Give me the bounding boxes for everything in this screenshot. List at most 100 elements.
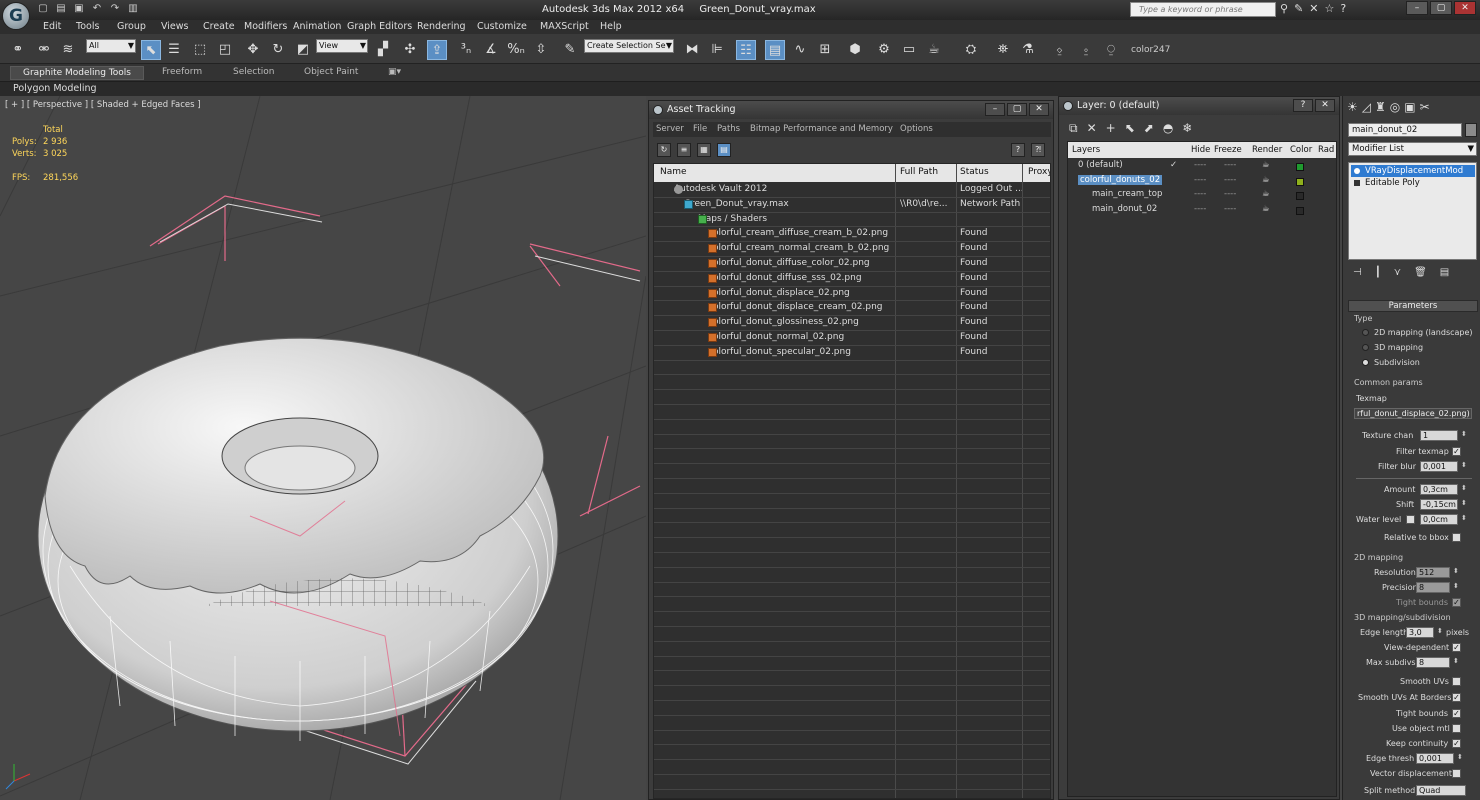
maximize-button[interactable]: ▢ — [1430, 1, 1452, 15]
render-teapot-icon[interactable]: ☕ — [1262, 160, 1270, 170]
perspective-viewport[interactable]: [ + ] [ Perspective ] [ Shaded + Edged F… — [0, 96, 646, 800]
spinner-icon[interactable]: ⬍ — [1461, 461, 1467, 469]
table-row[interactable]: Green_Donut_vray.max \\R0\d\re... Network … — [654, 198, 1050, 213]
save-file-icon[interactable]: ▣ — [72, 2, 86, 16]
col-freeze[interactable]: Freeze — [1214, 145, 1242, 155]
layer-freeze-toggle[interactable]: ---- — [1224, 175, 1236, 185]
menu-edit[interactable]: Edit — [43, 21, 61, 32]
make-unique-icon[interactable]: ⋎ — [1394, 267, 1401, 278]
plugin-c-icon[interactable]: ⍜ — [1101, 40, 1121, 60]
table-row[interactable]: colorful_donut_displace_cream_02.png Foun… — [654, 301, 1050, 317]
project-folder-icon[interactable]: ▥ — [126, 2, 140, 16]
select-object-icon[interactable]: ⬉ — [141, 40, 161, 60]
asset-menu-file[interactable]: File — [693, 124, 707, 134]
graphite-toggle-icon[interactable]: ▤ — [765, 40, 785, 60]
layer-color-swatch[interactable] — [1296, 163, 1304, 171]
max-subdivs-field[interactable]: 8 — [1416, 657, 1450, 668]
asset-menu-bitmap-performance[interactable]: Bitmap Performance and Memory — [750, 124, 893, 134]
water-level-checkbox[interactable] — [1406, 515, 1415, 524]
stack-item-editable-poly[interactable]: Editable Poly — [1351, 177, 1475, 189]
table-row[interactable]: colorful_donut_diffuse_sss_02.png Found — [654, 272, 1050, 287]
curve-editor-icon[interactable]: ∿ — [790, 40, 810, 60]
col-color[interactable]: Color — [1290, 145, 1312, 155]
type-subdivision-radio[interactable] — [1362, 359, 1369, 366]
keep-continuity-checkbox[interactable]: ✓ — [1452, 739, 1461, 748]
layer-titlebar[interactable]: Layer: 0 (default) ? ✕ — [1059, 97, 1339, 115]
hide-all-layers-icon[interactable]: ◓ — [1163, 121, 1173, 136]
layer-row[interactable]: 0 (default) ---- ---- ☕ ✓ — [1068, 159, 1336, 174]
menu-maxscript[interactable]: MAXScript — [540, 21, 589, 32]
edit-named-selection-icon[interactable]: ✎ — [560, 40, 580, 60]
display-tab-icon[interactable]: ▣ — [1404, 100, 1415, 114]
script-tool-icon[interactable]: ⛭ — [961, 40, 981, 60]
col-render[interactable]: Render — [1252, 145, 1282, 155]
menu-help[interactable]: Help — [600, 21, 622, 32]
percent-snap-icon[interactable]: %ₙ — [506, 40, 526, 60]
move-icon[interactable]: ✥ — [243, 40, 263, 60]
new-file-icon[interactable]: ▢ — [36, 2, 50, 16]
asset-context-help-icon[interactable]: ⁈ — [1031, 143, 1045, 157]
edge-length-field[interactable]: 3,0 — [1406, 627, 1434, 638]
undo-icon[interactable]: ↶ — [90, 2, 104, 16]
hierarchy-tab-icon[interactable]: ♜ — [1375, 100, 1386, 114]
table-row[interactable]: Maps / Shaders — [654, 213, 1050, 228]
layer-freeze-toggle[interactable]: ---- — [1224, 160, 1236, 170]
table-row[interactable]: colorful_donut_displace_02.png Found — [654, 287, 1050, 302]
select-manipulate-icon[interactable]: ✣ — [400, 40, 420, 60]
menu-tools[interactable]: Tools — [76, 21, 99, 32]
table-row[interactable]: colorful_donut_normal_02.png Found — [654, 331, 1050, 346]
asset-menu-paths[interactable]: Paths — [717, 124, 740, 134]
type-3d-radio[interactable] — [1362, 344, 1369, 351]
edge-thresh-field[interactable]: 0,001 — [1416, 753, 1454, 764]
spinner-icon[interactable]: ⬍ — [1453, 567, 1459, 575]
list-view-icon[interactable]: ≡ — [677, 143, 691, 157]
menu-rendering[interactable]: Rendering — [417, 21, 466, 32]
rectangular-selection-icon[interactable]: ⬚ — [190, 40, 210, 60]
col-rad[interactable]: Rad — [1318, 145, 1334, 155]
relative-bbox-checkbox[interactable] — [1452, 533, 1461, 542]
menu-views[interactable]: Views — [161, 21, 189, 32]
precision-field[interactable]: 8 — [1416, 582, 1450, 593]
angle-snap-icon[interactable]: ∡ — [481, 40, 501, 60]
subscription-icon[interactable]: ✎ — [1294, 2, 1303, 15]
render-teapot-icon[interactable]: ☕ — [1262, 204, 1270, 214]
material-editor-icon[interactable]: ⬢ — [845, 40, 865, 60]
type-2d-radio[interactable] — [1362, 329, 1369, 336]
layer-color-swatch[interactable] — [1296, 192, 1304, 200]
pin-stack-icon[interactable]: ⊣ — [1353, 267, 1362, 278]
view-dependent-checkbox[interactable]: ✓ — [1452, 643, 1461, 652]
render-setup-icon[interactable]: ⚙ — [874, 40, 894, 60]
amount-field[interactable]: 0,3cm — [1420, 484, 1458, 495]
bind-space-warp-icon[interactable]: ≋ — [58, 40, 78, 60]
split-method-dropdown[interactable]: Quad — [1416, 785, 1466, 796]
vector-displacement-checkbox[interactable] — [1452, 769, 1461, 778]
close-button[interactable]: ✕ — [1454, 1, 1476, 15]
vray-tool-icon[interactable]: ⛯ — [993, 40, 1013, 60]
keyboard-shortcut-override-icon[interactable]: ⇪ — [427, 40, 447, 60]
schematic-view-icon[interactable]: ⊞ — [815, 40, 835, 60]
object-color-swatch[interactable] — [1465, 123, 1477, 137]
layer-help-button[interactable]: ? — [1293, 99, 1313, 112]
col-hide[interactable]: Hide — [1191, 145, 1210, 155]
table-row[interactable]: colorful_cream_normal_cream_b_02.png Foun… — [654, 242, 1050, 257]
render-teapot-icon[interactable]: ☕ — [1262, 189, 1270, 199]
modify-tab-icon[interactable]: ◿ — [1362, 100, 1371, 114]
layer-hide-toggle[interactable]: ---- — [1194, 204, 1206, 214]
create-layer-icon[interactable]: ⧉ — [1069, 121, 1078, 136]
tab-freeform[interactable]: Freeform — [162, 67, 202, 77]
table-row[interactable]: colorful_donut_diffuse_color_02.png Found — [654, 257, 1050, 272]
layer-name[interactable]: main_cream_top — [1092, 189, 1162, 199]
layer-row[interactable]: main_donut_02 ---- ---- ☕ — [1068, 203, 1336, 218]
menu-create[interactable]: Create — [203, 21, 235, 32]
col-status[interactable]: Status — [960, 167, 989, 177]
rendered-frame-icon[interactable]: ▭ — [899, 40, 919, 60]
layer-hide-toggle[interactable]: ---- — [1194, 175, 1206, 185]
col-name[interactable]: Name — [660, 167, 687, 177]
favorites-star-icon[interactable]: ☆ — [1325, 2, 1335, 15]
mirror-icon[interactable]: ⧓ — [682, 40, 702, 60]
table-row[interactable]: colorful_donut_specular_02.png Found — [654, 346, 1050, 361]
viewport-label[interactable]: [ + ] [ Perspective ] [ Shaded + Edged F… — [5, 100, 201, 110]
align-icon[interactable]: ⊫ — [707, 40, 727, 60]
layer-name[interactable]: main_donut_02 — [1092, 204, 1157, 214]
ribbon-options-icon[interactable]: ▣▾ — [388, 67, 401, 77]
